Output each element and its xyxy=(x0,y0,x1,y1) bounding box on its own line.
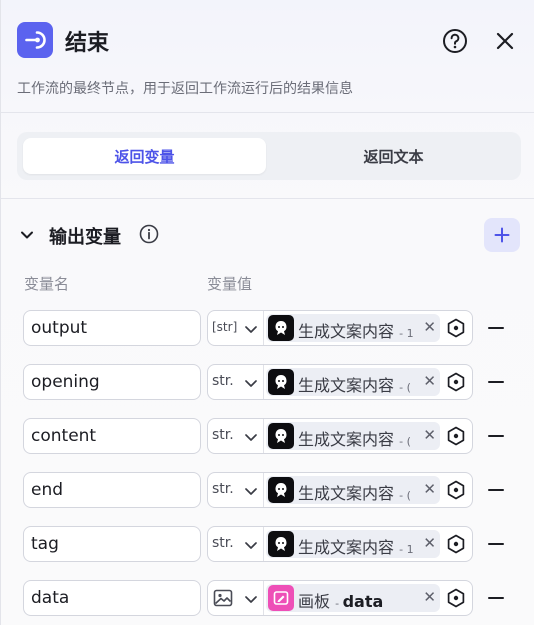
reference-suffix: - 1 xyxy=(399,543,414,556)
type-label: [str] xyxy=(212,320,238,334)
end-node-panel: 结束 工作流的最终节点，用于返回工作流运行后的结果信息 返回变量 返回文本 输出… xyxy=(0,0,534,625)
close-icon[interactable] xyxy=(494,30,516,52)
type-label: str. xyxy=(212,481,234,497)
reference-variable: data xyxy=(342,592,384,611)
variable-value-field: str. 生成文案内容 - 1 ✕ xyxy=(207,526,473,562)
variable-row: tag str. 生成文案内容 - 1 ✕ xyxy=(23,526,513,562)
type-label: str. xyxy=(212,427,234,443)
section-title: 输出变量 xyxy=(49,227,121,248)
divider xyxy=(1,112,534,113)
tab-return-variables[interactable]: 返回变量 xyxy=(23,138,266,174)
chevron-down-icon xyxy=(245,488,257,495)
remove-row-button[interactable] xyxy=(487,591,505,605)
reference-label: 生成文案内容 xyxy=(298,430,395,449)
reference-suffix: - xyxy=(335,597,343,610)
variable-row: opening str. 生成文案内容 - ( ✕ xyxy=(23,364,513,400)
plus-icon xyxy=(494,227,510,243)
reference-label: 生成文案内容 xyxy=(298,322,395,341)
remove-row-button[interactable] xyxy=(487,375,505,389)
variable-reference-chip[interactable]: 画板 - data ✕ xyxy=(266,584,440,612)
type-label: str. xyxy=(212,535,234,551)
reference-suffix: - ( xyxy=(399,435,411,448)
canvas-node-icon xyxy=(268,585,294,611)
return-mode-switch: 返回变量 返回文本 xyxy=(17,132,521,180)
reference-suffix: - ( xyxy=(399,489,411,502)
variable-picker-icon[interactable] xyxy=(446,588,466,608)
variable-picker-icon[interactable] xyxy=(446,426,466,446)
variable-name-input[interactable]: opening xyxy=(23,364,201,400)
info-icon[interactable] xyxy=(139,224,159,244)
reference-label: 生成文案内容 xyxy=(298,484,395,503)
remove-row-button[interactable] xyxy=(487,537,505,551)
remove-reference-icon[interactable]: ✕ xyxy=(423,480,436,498)
variable-row: data 画板 - data ✕ xyxy=(23,580,513,616)
reference-label: 生成文案内容 xyxy=(298,376,395,395)
variable-name-input[interactable]: output xyxy=(23,310,201,346)
type-select[interactable]: [str] xyxy=(208,311,264,345)
node-title[interactable]: 结束 xyxy=(65,25,109,57)
remove-row-button[interactable] xyxy=(487,429,505,443)
type-select[interactable]: str. xyxy=(208,527,264,561)
tab-return-text[interactable]: 返回文本 xyxy=(272,138,515,174)
help-icon[interactable] xyxy=(442,28,468,54)
variable-reference-chip[interactable]: 生成文案内容 - 1 ✕ xyxy=(266,314,440,342)
remove-reference-icon[interactable]: ✕ xyxy=(423,318,436,336)
exit-node-icon xyxy=(17,22,53,58)
chevron-down-icon xyxy=(245,380,257,387)
reference-suffix: - ( xyxy=(399,381,411,394)
variable-reference-chip[interactable]: 生成文案内容 - 1 ✕ xyxy=(266,530,440,558)
chevron-down-icon[interactable] xyxy=(19,227,35,243)
remove-reference-icon[interactable]: ✕ xyxy=(423,534,436,552)
variable-picker-icon[interactable] xyxy=(446,534,466,554)
column-header-value: 变量值 xyxy=(207,275,253,293)
reference-label: 生成文案内容 xyxy=(298,538,395,557)
column-header-name: 变量名 xyxy=(24,275,70,293)
chevron-down-icon xyxy=(245,434,257,441)
variable-value-field: [str] 生成文案内容 - 1 ✕ xyxy=(207,310,473,346)
type-select[interactable] xyxy=(208,581,264,615)
variable-row: content str. 生成文案内容 - ( ✕ xyxy=(23,418,513,454)
variable-picker-icon[interactable] xyxy=(446,372,466,392)
output-variables-section: 输出变量 xyxy=(17,218,520,252)
type-select[interactable]: str. xyxy=(208,365,264,399)
variable-value-field: 画板 - data ✕ xyxy=(207,580,473,616)
chevron-down-icon xyxy=(245,542,257,549)
llm-node-icon xyxy=(268,369,294,395)
divider xyxy=(1,198,534,199)
llm-node-icon xyxy=(268,423,294,449)
remove-row-button[interactable] xyxy=(487,483,505,497)
reference-suffix: - 1 xyxy=(399,327,414,340)
variable-value-field: str. 生成文案内容 - ( ✕ xyxy=(207,364,473,400)
panel-header: 结束 xyxy=(17,22,518,60)
variable-reference-chip[interactable]: 生成文案内容 - ( ✕ xyxy=(266,368,440,396)
remove-reference-icon[interactable]: ✕ xyxy=(423,426,436,444)
remove-row-button[interactable] xyxy=(487,321,505,335)
variable-name-input[interactable]: end xyxy=(23,472,201,508)
image-icon xyxy=(213,589,233,607)
variable-row: end str. 生成文案内容 - ( ✕ xyxy=(23,472,513,508)
variable-picker-icon[interactable] xyxy=(446,318,466,338)
variable-reference-chip[interactable]: 生成文案内容 - ( ✕ xyxy=(266,422,440,450)
llm-node-icon xyxy=(268,531,294,557)
chevron-down-icon xyxy=(245,326,257,333)
variable-name-input[interactable]: data xyxy=(23,580,201,616)
variable-reference-chip[interactable]: 生成文案内容 - ( ✕ xyxy=(266,476,440,504)
variable-name-input[interactable]: content xyxy=(23,418,201,454)
type-label: str. xyxy=(212,373,234,389)
add-variable-button[interactable] xyxy=(484,218,520,252)
node-description: 工作流的最终节点，用于返回工作流运行后的结果信息 xyxy=(17,81,353,97)
remove-reference-icon[interactable]: ✕ xyxy=(423,588,436,606)
variable-picker-icon[interactable] xyxy=(446,480,466,500)
variable-name-input[interactable]: tag xyxy=(23,526,201,562)
variable-row: output [str] 生成文案内容 - 1 ✕ xyxy=(23,310,513,346)
variable-value-field: str. 生成文案内容 - ( ✕ xyxy=(207,472,473,508)
remove-reference-icon[interactable]: ✕ xyxy=(423,372,436,390)
llm-node-icon xyxy=(268,315,294,341)
variable-value-field: str. 生成文案内容 - ( ✕ xyxy=(207,418,473,454)
reference-label: 画板 xyxy=(298,592,331,611)
type-select[interactable]: str. xyxy=(208,473,264,507)
type-select[interactable]: str. xyxy=(208,419,264,453)
chevron-down-icon xyxy=(245,596,257,603)
llm-node-icon xyxy=(268,477,294,503)
